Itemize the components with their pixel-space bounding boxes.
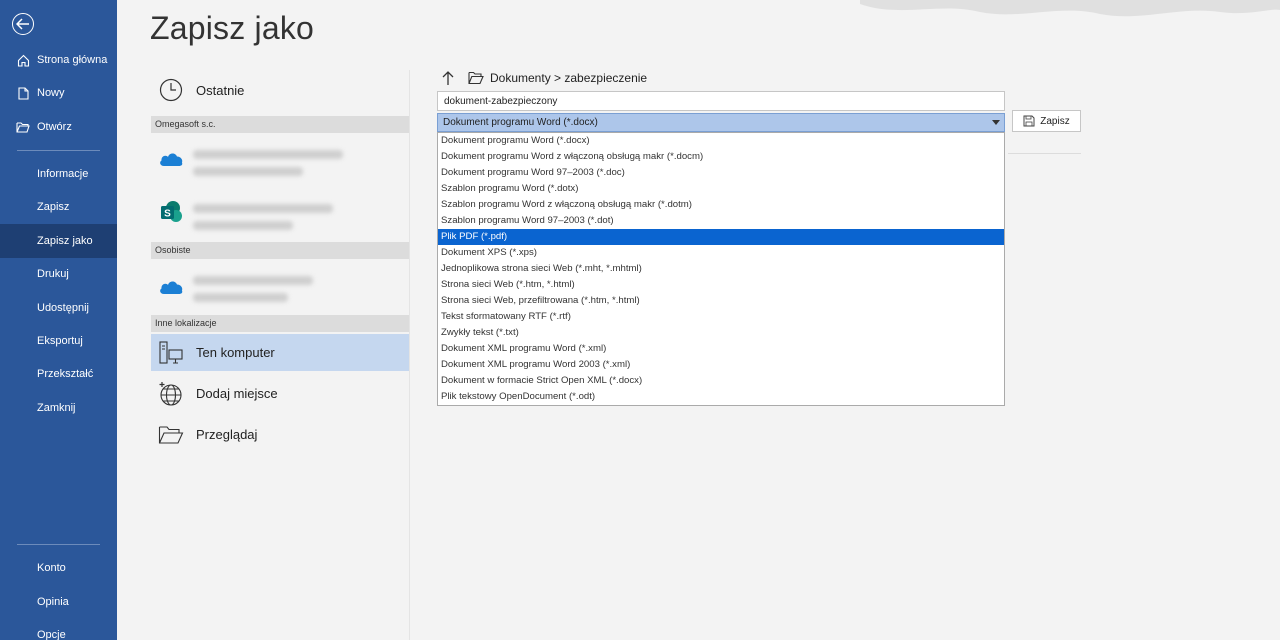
file-type-option[interactable]: Zwykły tekst (*.txt) <box>438 325 1004 341</box>
home-icon <box>16 53 30 67</box>
folder-icon <box>468 71 484 85</box>
nav-transform-label: Przekształć <box>37 368 94 380</box>
nav-save[interactable]: Zapisz <box>0 190 117 224</box>
nav-divider <box>17 150 100 151</box>
nav-save-label: Zapisz <box>37 201 70 213</box>
blurred-sharepoint-info <box>193 204 343 238</box>
save-button[interactable]: Zapisz <box>1012 110 1081 132</box>
location-recent-label: Ostatnie <box>196 82 245 98</box>
dropdown-arrow-icon <box>992 120 1000 125</box>
save-button-label: Zapisz <box>1040 115 1070 127</box>
file-type-option[interactable]: Szablon programu Word 97–2003 (*.dot) <box>438 213 1004 229</box>
globe-plus-icon <box>156 379 186 409</box>
background-decoration <box>860 0 1280 17</box>
file-type-option[interactable]: Dokument programu Word z włączoną obsług… <box>438 149 1004 165</box>
location-browse[interactable]: Przeglądaj <box>151 416 409 453</box>
nav-options-label: Opcje <box>37 629 66 640</box>
file-type-option[interactable]: Dokument XML programu Word 2003 (*.xml) <box>438 357 1004 373</box>
up-arrow-icon[interactable] <box>440 70 456 86</box>
nav-open[interactable]: Otwórz <box>0 110 117 144</box>
nav-home-label: Strona główna <box>37 54 108 66</box>
breadcrumb: Dokumenty > zabezpieczenie <box>440 68 647 88</box>
file-type-option[interactable]: Dokument programu Word (*.docx) <box>438 133 1004 149</box>
nav-close-label: Zamknij <box>37 402 76 414</box>
nav-share-label: Udostępnij <box>37 302 89 314</box>
nav-divider-bottom <box>17 544 100 545</box>
options-divider <box>1008 153 1081 154</box>
nav-info-label: Informacje <box>37 168 89 180</box>
folder-icon <box>156 420 186 450</box>
group-header-personal: Osobiste <box>151 242 409 259</box>
file-type-option[interactable]: Dokument XML programu Word (*.xml) <box>438 341 1004 357</box>
nav-save-as-label: Zapisz jako <box>37 235 93 247</box>
nav-open-label: Otwórz <box>37 121 72 133</box>
location-recent[interactable]: Ostatnie <box>151 72 409 108</box>
group-header-company: Omegasoft s.c. <box>151 116 409 133</box>
open-folder-icon <box>16 120 30 134</box>
nav-transform[interactable]: Przekształć <box>0 357 117 391</box>
nav-close[interactable]: Zamknij <box>0 391 117 425</box>
nav-account[interactable]: Konto <box>0 551 117 585</box>
nav-account-label: Konto <box>37 562 66 574</box>
nav-share[interactable]: Udostępnij <box>0 291 117 325</box>
file-type-select[interactable]: Dokument programu Word (*.docx) <box>437 113 1005 132</box>
file-type-option[interactable]: Strona sieci Web (*.htm, *.html) <box>438 277 1004 293</box>
pane-divider <box>409 70 410 640</box>
save-disk-icon <box>1023 115 1035 127</box>
nav-export[interactable]: Eksportuj <box>0 324 117 358</box>
file-type-option[interactable]: Dokument XPS (*.xps) <box>438 245 1004 261</box>
location-this-pc-label: Ten komputer <box>196 345 275 360</box>
back-arrow-icon[interactable] <box>12 13 34 35</box>
onedrive-cloud-icon <box>156 271 186 301</box>
file-type-dropdown-list: Dokument programu Word (*.docx) Dokument… <box>437 132 1005 406</box>
nav-export-label: Eksportuj <box>37 335 83 347</box>
nav-save-as[interactable]: Zapisz jako <box>0 224 117 258</box>
blurred-personal-info <box>193 276 343 310</box>
group-header-other: Inne lokalizacje <box>151 315 409 332</box>
nav-new-label: Nowy <box>37 87 65 99</box>
page-title: Zapisz jako <box>150 10 315 46</box>
file-type-option[interactable]: Jednoplikowa strona sieci Web (*.mht, *.… <box>438 261 1004 277</box>
onedrive-cloud-icon <box>156 143 186 173</box>
file-type-option[interactable]: Dokument w formacie Strict Open XML (*.d… <box>438 373 1004 389</box>
location-add-place-label: Dodaj miejsce <box>196 386 278 401</box>
file-type-option[interactable]: Dokument programu Word 97–2003 (*.doc) <box>438 165 1004 181</box>
clock-icon <box>156 75 186 105</box>
svg-text:S: S <box>164 209 171 220</box>
computer-icon <box>156 338 186 368</box>
filename-input[interactable] <box>437 91 1005 111</box>
location-add-place[interactable]: Dodaj miejsce <box>151 375 409 412</box>
nav-print-label: Drukuj <box>37 268 69 280</box>
nav-new[interactable]: Nowy <box>0 76 117 110</box>
file-type-option[interactable]: Szablon programu Word (*.dotx) <box>438 181 1004 197</box>
file-type-option-highlighted[interactable]: Plik PDF (*.pdf) <box>438 229 1004 245</box>
nav-home[interactable]: Strona główna <box>0 43 117 77</box>
location-browse-label: Przeglądaj <box>196 427 258 442</box>
sharepoint-icon: S <box>156 197 186 227</box>
nav-print[interactable]: Drukuj <box>0 257 117 291</box>
backstage-nav: Strona główna Nowy Otwórz Informacje Zap… <box>0 0 117 640</box>
nav-info[interactable]: Informacje <box>0 157 117 191</box>
nav-feedback[interactable]: Opinia <box>0 585 117 619</box>
nav-feedback-label: Opinia <box>37 596 69 608</box>
file-type-selected-label: Dokument programu Word (*.docx) <box>443 117 598 128</box>
file-type-option[interactable]: Strona sieci Web, przefiltrowana (*.htm,… <box>438 293 1004 309</box>
file-type-option[interactable]: Plik tekstowy OpenDocument (*.odt) <box>438 389 1004 405</box>
breadcrumb-path[interactable]: Dokumenty > zabezpieczenie <box>490 71 647 85</box>
file-type-option[interactable]: Szablon programu Word z włączoną obsługą… <box>438 197 1004 213</box>
file-type-option[interactable]: Tekst sformatowany RTF (*.rtf) <box>438 309 1004 325</box>
nav-options[interactable]: Opcje <box>0 618 117 640</box>
new-document-icon <box>16 86 30 100</box>
location-this-pc[interactable]: Ten komputer <box>151 334 409 371</box>
blurred-account-info <box>193 150 343 184</box>
